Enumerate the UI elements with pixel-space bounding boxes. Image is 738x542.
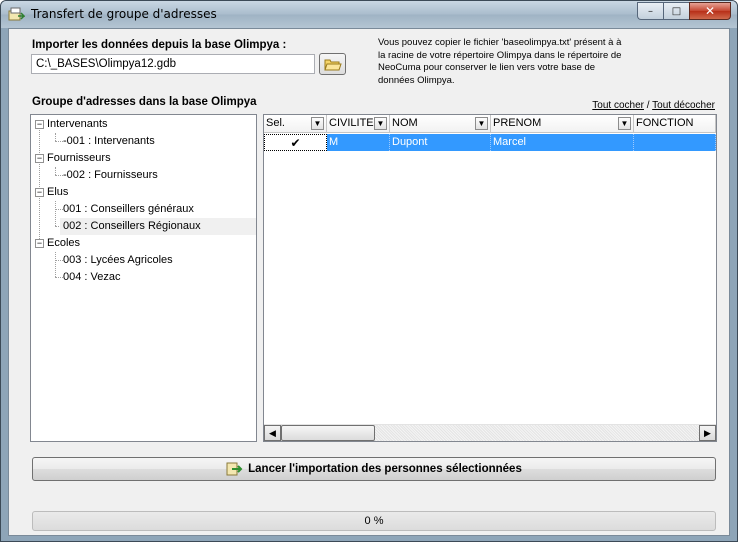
persons-grid[interactable]: Sel. ▼ CIVILITE ▼ NOM ▼ PRENOM ▼ FONCTIO…: [263, 114, 717, 442]
scrollbar-track[interactable]: [375, 425, 699, 441]
column-header-nom[interactable]: NOM ▼: [390, 115, 491, 133]
uncheck-all-link[interactable]: Tout décocher: [652, 100, 715, 111]
groups-label: Groupe d'adresses dans la base Olimpya: [32, 96, 257, 108]
tree-group-fournisseurs[interactable]: Fournisseurs: [47, 150, 111, 167]
cell-prenom[interactable]: Marcel: [491, 134, 634, 151]
collapse-icon[interactable]: −: [35, 188, 44, 197]
link-separator: /: [646, 100, 650, 111]
scroll-left-icon[interactable]: ◀: [264, 425, 281, 441]
groups-tree[interactable]: − Intervenants -001 : Intervenants − Fou…: [30, 114, 257, 442]
tree-item[interactable]: 004 : Vezac: [63, 269, 121, 286]
table-row[interactable]: ✔ M Dupont Marcel: [264, 134, 716, 151]
checkbox-checked-icon[interactable]: ✔: [290, 137, 300, 149]
column-title: CIVILITE: [329, 117, 374, 129]
tree-group-ecoles[interactable]: Ecoles: [47, 235, 80, 252]
tree-line: [55, 209, 63, 210]
tree-line: [55, 252, 56, 277]
window-title: Transfert de groupe d'adresses: [31, 7, 217, 21]
tree-line: [55, 141, 63, 142]
maximize-button[interactable]: □: [663, 2, 689, 20]
chevron-down-icon[interactable]: ▼: [475, 117, 488, 130]
column-header-sel[interactable]: Sel. ▼: [264, 115, 327, 133]
browse-button[interactable]: [319, 53, 346, 75]
column-title: PRENOM: [493, 117, 542, 129]
grid-viewport: Sel. ▼ CIVILITE ▼ NOM ▼ PRENOM ▼ FONCTIO…: [264, 115, 716, 424]
column-header-fonction[interactable]: FONCTION: [634, 115, 716, 133]
start-import-button[interactable]: Lancer l'importation des personnes sélec…: [32, 457, 716, 481]
column-title: FONCTION: [636, 117, 694, 129]
horizontal-scrollbar[interactable]: ◀ ▶: [264, 424, 716, 441]
column-title: NOM: [392, 117, 418, 129]
column-header-civilite[interactable]: CIVILITE ▼: [327, 115, 390, 133]
close-icon: ✕: [704, 4, 716, 18]
check-all-link[interactable]: Tout cocher: [592, 100, 644, 111]
cell-civilite[interactable]: M: [327, 134, 390, 151]
tree-line: [39, 125, 40, 243]
tree-line: [55, 167, 56, 175]
tree-line: [55, 260, 63, 261]
check-links: Tout cocher / Tout décocher: [592, 100, 715, 111]
tree-line: [55, 133, 56, 141]
app-window: Transfert de groupe d'adresses – □ ✕ Imp…: [0, 0, 738, 542]
import-arrow-icon: [226, 462, 243, 476]
close-button[interactable]: ✕: [689, 2, 731, 20]
row-select-cell[interactable]: ✔: [264, 134, 327, 151]
chevron-down-icon[interactable]: ▼: [311, 117, 324, 130]
import-progress-bar: 0 %: [32, 511, 716, 531]
tree-item[interactable]: 001 : Conseillers généraux: [63, 201, 194, 218]
tree-item[interactable]: 003 : Lycées Agricoles: [63, 252, 173, 269]
minimize-icon: –: [648, 5, 653, 17]
tree-item[interactable]: -002 : Fournisseurs: [63, 167, 158, 184]
tree-line: [55, 277, 63, 278]
tree-group-intervenants[interactable]: Intervenants: [47, 116, 108, 133]
column-header-prenom[interactable]: PRENOM ▼: [491, 115, 634, 133]
column-title: Sel.: [266, 117, 285, 129]
cell-nom[interactable]: Dupont: [390, 134, 491, 151]
chevron-down-icon[interactable]: ▼: [374, 117, 387, 130]
minimize-button[interactable]: –: [637, 2, 663, 20]
start-import-label: Lancer l'importation des personnes sélec…: [248, 463, 522, 475]
collapse-icon[interactable]: −: [35, 154, 44, 163]
cell-fonction[interactable]: [634, 134, 716, 151]
scrollbar-thumb[interactable]: [281, 425, 375, 441]
tree-line: [55, 175, 63, 176]
scroll-right-icon[interactable]: ▶: [699, 425, 716, 441]
tree-item-selected[interactable]: 002 : Conseillers Régionaux: [60, 218, 256, 235]
dialog-body: Importer les données depuis la base Olim…: [8, 28, 730, 536]
grid-header: Sel. ▼ CIVILITE ▼ NOM ▼ PRENOM ▼ FONCTIO…: [264, 115, 716, 133]
maximize-icon: □: [671, 5, 682, 17]
title-bar[interactable]: Transfert de groupe d'adresses – □ ✕: [1, 1, 737, 28]
import-info-note: Vous pouvez copier le fichier 'baseolimp…: [378, 37, 622, 86]
progress-text: 0 %: [364, 515, 384, 527]
import-label: Importer les données depuis la base Olim…: [32, 39, 287, 51]
database-path-input[interactable]: [31, 54, 315, 74]
address-transfer-icon: [8, 7, 25, 21]
chevron-down-icon[interactable]: ▼: [618, 117, 631, 130]
tree-group-elus[interactable]: Elus: [47, 184, 68, 201]
folder-open-icon: [323, 59, 342, 71]
collapse-icon[interactable]: −: [35, 120, 44, 129]
tree-item[interactable]: -001 : Intervenants: [63, 133, 155, 150]
caption-buttons: – □ ✕: [637, 2, 731, 20]
collapse-icon[interactable]: −: [35, 239, 44, 248]
tree-line: [55, 201, 56, 226]
